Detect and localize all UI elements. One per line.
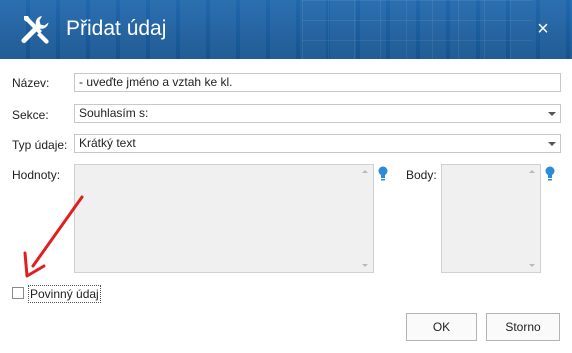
points-textarea[interactable]: [441, 164, 541, 273]
ok-button[interactable]: OK: [406, 313, 477, 341]
titlebar-pattern: [302, 0, 532, 59]
chevron-down-icon[interactable]: [548, 112, 556, 116]
dialog-title: Přidat údaj: [66, 17, 167, 40]
values-label: Hodnoty:: [12, 168, 61, 182]
wrench-screwdriver-icon: [21, 16, 49, 44]
chevron-down-icon[interactable]: [548, 142, 556, 146]
name-input-value: - uveďte jméno a vztah ke kl.: [79, 75, 233, 89]
lightbulb-icon[interactable]: [378, 166, 388, 182]
type-label: Typ údaje:: [12, 138, 68, 152]
dialog-titlebar: Přidat údaj ×: [0, 0, 572, 59]
close-icon[interactable]: ×: [532, 18, 554, 40]
required-checkbox[interactable]: [12, 287, 24, 299]
values-textarea[interactable]: [74, 164, 374, 273]
name-input[interactable]: - uveďte jméno a vztah ke kl.: [74, 73, 561, 92]
name-label: Název:: [12, 76, 50, 90]
section-select[interactable]: Souhlasím s:: [74, 104, 561, 123]
points-label: Body:: [406, 168, 437, 182]
type-select-value: Krátký text: [79, 136, 136, 150]
cancel-button[interactable]: Storno: [486, 313, 560, 341]
section-select-value: Souhlasím s:: [79, 106, 149, 120]
scroll-up-icon[interactable]: [362, 170, 368, 173]
scroll-down-icon[interactable]: [362, 264, 368, 267]
scroll-down-icon[interactable]: [529, 264, 535, 267]
type-select[interactable]: Krátký text: [74, 134, 561, 153]
section-label: Sekce:: [12, 108, 49, 122]
required-checkbox-label[interactable]: Povinný údaj: [28, 285, 101, 303]
scroll-up-icon[interactable]: [529, 170, 535, 173]
lightbulb-icon[interactable]: [545, 166, 555, 182]
